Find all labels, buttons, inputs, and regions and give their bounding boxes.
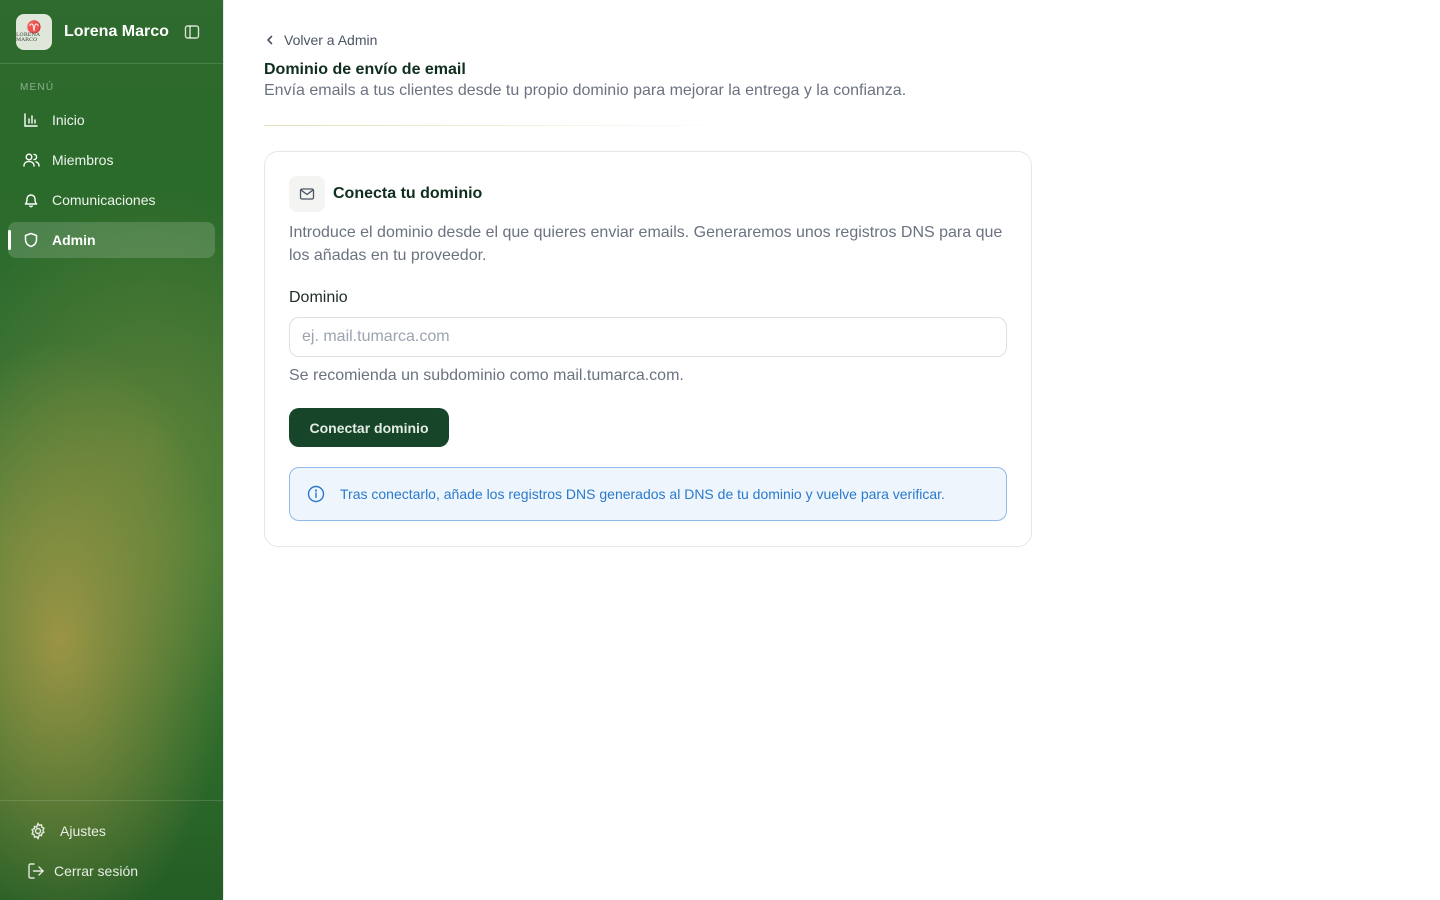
brand-logo: ♈ LORENA MARCO [16, 13, 52, 50]
sidebar: ♈ LORENA MARCO Lorena Marco MENÚ Inicio [0, 0, 224, 900]
connect-domain-card: Conecta tu dominio Introduce el dominio … [264, 151, 1032, 547]
settings-label: Ajustes [60, 823, 106, 839]
card-description: Introduce el dominio desde el que quiere… [289, 224, 1003, 264]
sidebar-item-label: Comunicaciones [52, 192, 156, 208]
mail-icon [289, 176, 325, 212]
domain-field-label: Dominio [289, 289, 348, 306]
sidebar-item-label: Miembros [52, 152, 114, 168]
card-header: Conecta tu dominio [289, 176, 482, 212]
settings-link[interactable]: Ajustes [28, 821, 106, 841]
sidebar-item-comunicaciones[interactable]: Comunicaciones [8, 182, 215, 218]
logout-link[interactable]: Cerrar sesión [26, 861, 138, 881]
brand-name: Lorena Marco [64, 22, 169, 40]
sidebar-item-admin[interactable]: Admin [8, 222, 215, 258]
info-text: Tras conectarlo, añade los registros DNS… [340, 486, 945, 502]
domain-hint: Se recomienda un subdominio como mail.tu… [289, 367, 684, 384]
info-alert: Tras conectarlo, añade los registros DNS… [289, 467, 1007, 521]
back-link-label: Volver a Admin [284, 32, 378, 48]
users-icon [22, 151, 40, 169]
gear-icon [28, 821, 48, 841]
header-divider [264, 125, 744, 126]
logo-mark-icon: ♈ [26, 19, 42, 34]
back-link[interactable]: Volver a Admin [264, 32, 377, 48]
connect-domain-button[interactable]: Conectar dominio [289, 408, 449, 447]
page-subtitle: Envía emails a tus clientes desde tu pro… [264, 82, 907, 99]
sidebar-toggle-icon[interactable] [183, 23, 201, 41]
sidebar-header: ♈ LORENA MARCO Lorena Marco [0, 0, 223, 64]
bell-icon [22, 191, 40, 209]
page-title: Dominio de envío de email [264, 61, 466, 78]
logout-label: Cerrar sesión [54, 863, 139, 879]
bar-chart-icon [22, 111, 40, 129]
sidebar-item-miembros[interactable]: Miembros [8, 142, 215, 178]
sidebar-footer: Ajustes Cerrar sesión [0, 800, 224, 900]
logo-text: LORENA MARCO [16, 31, 41, 43]
sidebar-item-label: Inicio [52, 112, 85, 128]
logout-icon [26, 861, 46, 881]
sidebar-nav: Inicio Miembros Comunicaciones Admin [8, 102, 215, 262]
info-icon [306, 484, 326, 504]
card-title: Conecta tu dominio [333, 185, 483, 202]
menu-section-label: MENÚ [20, 82, 55, 93]
sidebar-item-label: Admin [52, 232, 96, 248]
shield-icon [22, 231, 40, 249]
domain-input[interactable] [289, 317, 1007, 357]
sidebar-item-inicio[interactable]: Inicio [8, 102, 215, 138]
chevron-left-icon [264, 33, 278, 47]
